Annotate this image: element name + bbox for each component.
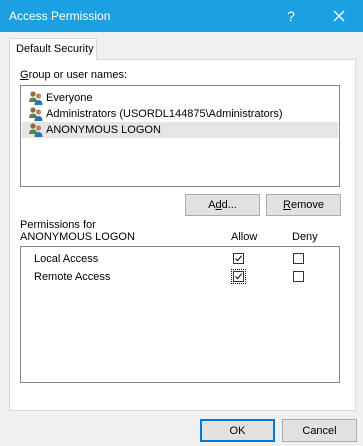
remote-access-deny-checkbox[interactable] — [293, 271, 304, 282]
title-bar: Access Permission ? — [0, 0, 363, 32]
local-access-deny-checkbox[interactable] — [293, 253, 304, 264]
permissions-list — [20, 246, 340, 383]
user-name: Everyone — [46, 92, 93, 104]
checkmark-icon — [235, 273, 243, 280]
remove-button[interactable]: Remove — [266, 194, 341, 216]
user-row-anonymous-logon[interactable]: ANONYMOUS LOGON — [22, 122, 338, 138]
users-icon — [29, 123, 43, 137]
window-title: Access Permission — [9, 9, 111, 23]
close-icon — [333, 10, 344, 22]
user-name: Administrators (USORDL144875\Administrat… — [46, 108, 283, 120]
permissions-label: Permissions for ANONYMOUS LOGON — [20, 219, 135, 243]
tab-default-security[interactable]: Default Security — [9, 38, 97, 60]
group-user-list[interactable]: Everyone Administrators (USORDL144875\Ad… — [20, 85, 340, 187]
permission-label-local-access: Local Access — [34, 253, 99, 265]
group-or-user-names-label: Group or user names: — [20, 69, 127, 81]
checkmark-icon — [235, 255, 243, 262]
allow-column-header: Allow — [231, 231, 258, 243]
ok-button[interactable]: OK — [200, 419, 275, 442]
user-row-administrators[interactable]: Administrators (USORDL144875\Administrat… — [22, 106, 338, 122]
add-button[interactable]: Ad d... — [185, 194, 260, 216]
permission-label-remote-access: Remote Access — [34, 271, 111, 283]
user-row-everyone[interactable]: Everyone — [22, 90, 338, 106]
cancel-button[interactable]: Cancel — [282, 419, 357, 442]
close-button[interactable] — [314, 0, 363, 32]
remote-access-allow-checkbox[interactable] — [233, 271, 244, 282]
users-icon — [29, 91, 43, 105]
deny-column-header: Deny — [292, 231, 318, 243]
users-icon — [29, 107, 43, 121]
user-name: ANONYMOUS LOGON — [46, 124, 161, 136]
help-button[interactable]: ? — [268, 0, 314, 32]
local-access-allow-checkbox[interactable] — [233, 253, 244, 264]
